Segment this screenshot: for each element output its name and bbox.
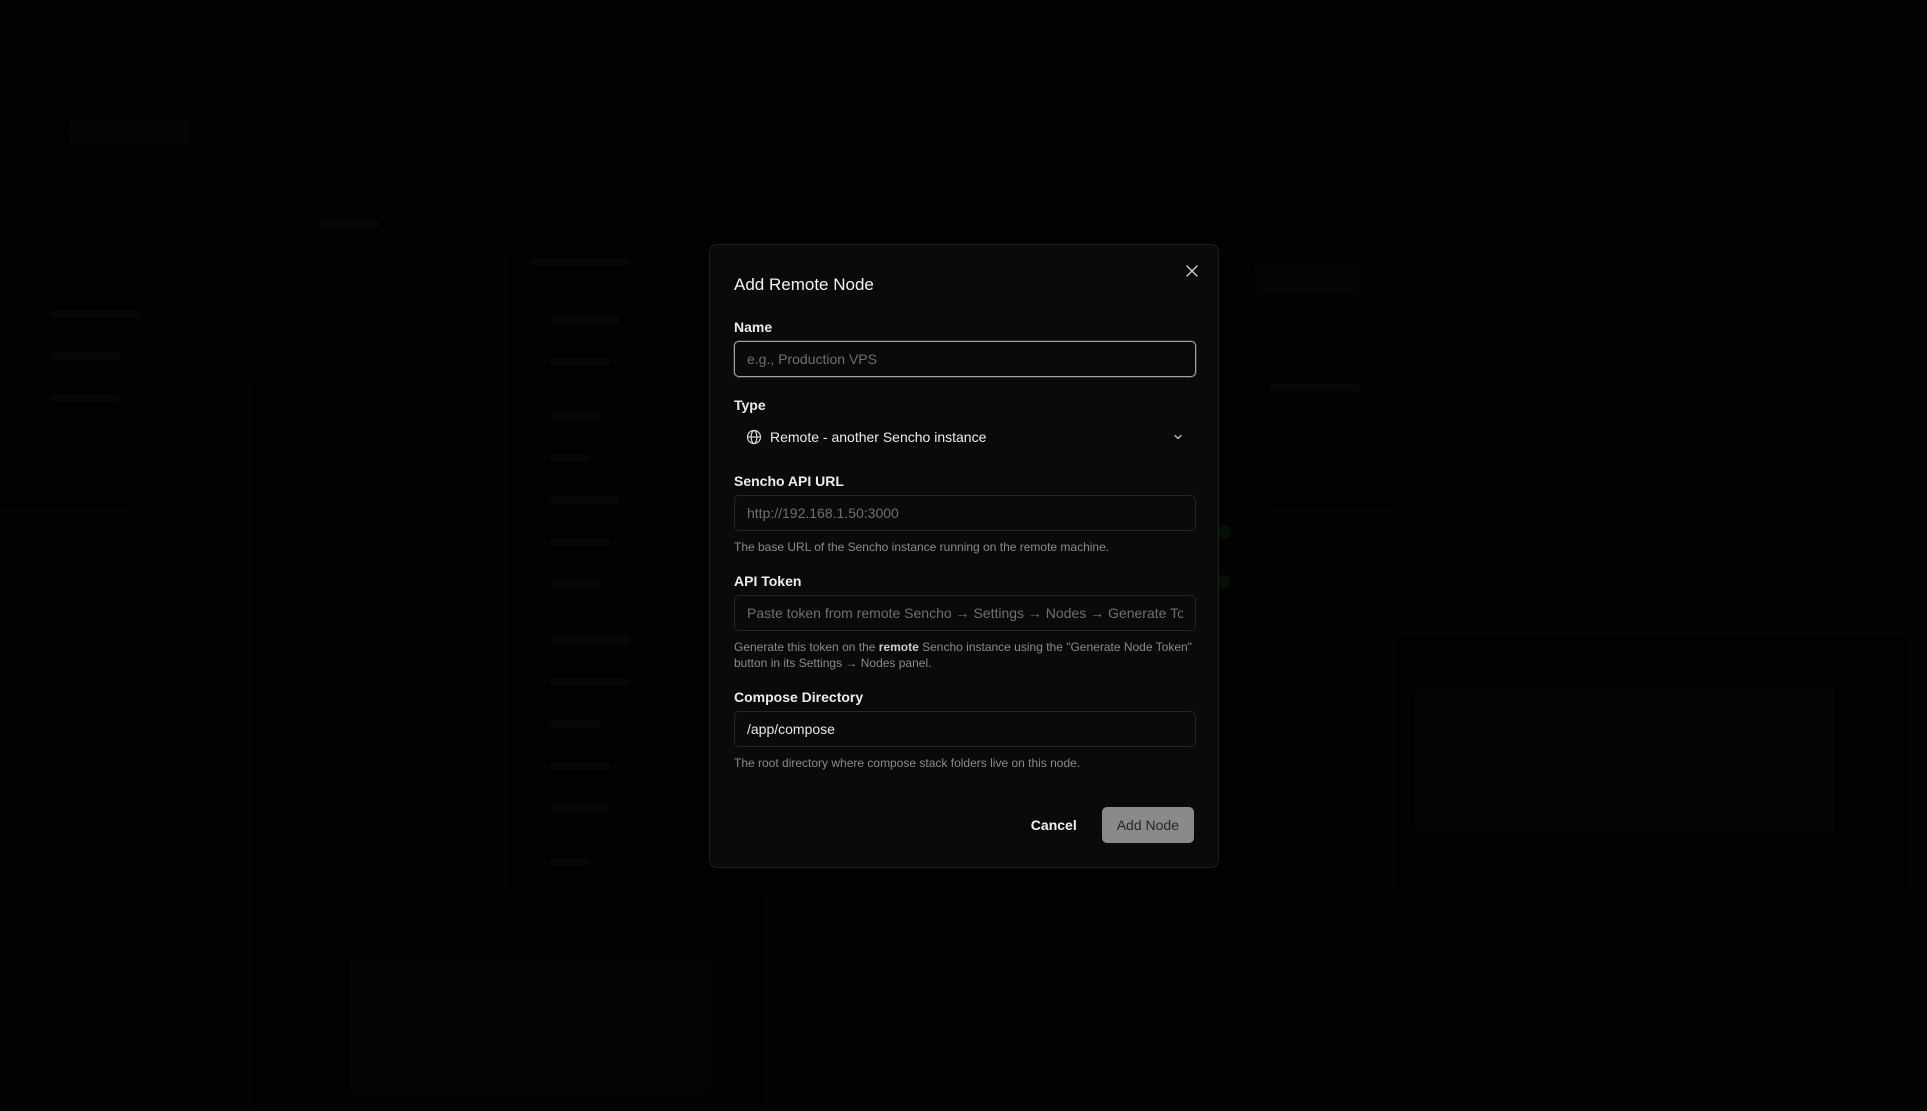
api-url-field: Sencho API URL The base URL of the Sench… bbox=[734, 471, 1196, 555]
name-input[interactable] bbox=[734, 341, 1196, 377]
type-select-value: Remote - another Sencho instance bbox=[770, 429, 987, 445]
api-url-hint: The base URL of the Sencho instance runn… bbox=[734, 540, 1110, 554]
api-token-label: API Token bbox=[734, 573, 802, 589]
type-field: Type Remote - another Sencho instance bbox=[734, 395, 1194, 455]
api-url-label: Sencho API URL bbox=[734, 473, 844, 489]
add-node-button[interactable]: Add Node bbox=[1101, 807, 1194, 843]
dialog-title: Add Remote Node bbox=[734, 275, 874, 294]
compose-dir-label: Compose Directory bbox=[734, 689, 864, 705]
api-token-field: API Token Generate this token on the rem… bbox=[734, 571, 1196, 671]
api-token-hint: Generate this token on the remote Sencho… bbox=[734, 639, 1194, 671]
api-url-input[interactable] bbox=[734, 495, 1196, 531]
name-field: Name bbox=[734, 317, 1196, 377]
compose-dir-field: Compose Directory The root directory whe… bbox=[734, 687, 1196, 771]
type-select[interactable]: Remote - another Sencho instance bbox=[734, 419, 1196, 455]
close-icon bbox=[1186, 265, 1198, 277]
api-token-hint-bold: remote bbox=[878, 640, 919, 654]
compose-dir-input[interactable] bbox=[734, 711, 1196, 747]
chevron-down-icon bbox=[1174, 434, 1182, 440]
api-token-hint-text: Generate this token on the bbox=[734, 640, 879, 654]
compose-dir-hint: The root directory where compose stack f… bbox=[734, 756, 1081, 770]
globe-icon bbox=[746, 429, 762, 445]
name-label: Name bbox=[734, 319, 773, 335]
api-token-input[interactable] bbox=[734, 595, 1196, 631]
type-label: Type bbox=[734, 397, 766, 413]
dialog-footer: Cancel Add Node bbox=[1015, 807, 1194, 843]
add-remote-node-dialog: Add Remote Node Name Type Remote - anoth… bbox=[709, 244, 1219, 868]
cancel-button[interactable]: Cancel bbox=[1015, 807, 1092, 843]
close-button[interactable] bbox=[1182, 261, 1202, 281]
